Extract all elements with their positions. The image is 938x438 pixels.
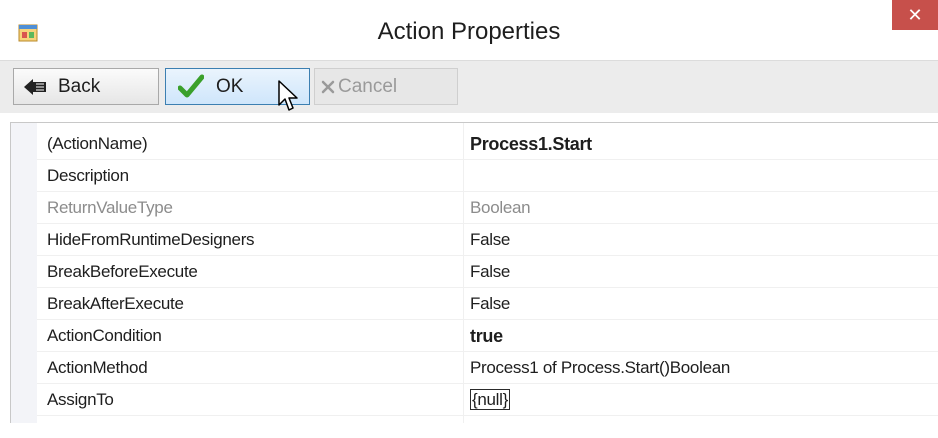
property-row-hidefromruntimedesigners[interactable]: HideFromRuntimeDesigners False — [37, 223, 938, 256]
dialog-title: Action Properties — [377, 18, 561, 45]
property-value[interactable]: Process1 of Process.Start()Boolean — [470, 358, 730, 378]
property-row-assignto[interactable]: AssignTo {null} — [37, 383, 938, 416]
property-value[interactable]: true — [470, 326, 503, 347]
property-row-actionname[interactable]: (ActionName) Process1.Start — [37, 127, 938, 160]
property-name: (ActionName) — [47, 134, 148, 153]
property-value-field[interactable]: {null} — [470, 389, 511, 410]
toolbar: Back OK Cancel — [0, 60, 938, 113]
ok-button-label: OK — [216, 75, 244, 97]
property-value[interactable]: Process1.Start — [470, 134, 592, 155]
property-row-breakafterexecute[interactable]: BreakAfterExecute False — [37, 287, 938, 320]
property-value[interactable]: False — [470, 262, 510, 282]
null-value: {null} — [470, 389, 511, 410]
property-row-returnvaluetype: ReturnValueType Boolean — [37, 191, 938, 224]
back-button-label: Back — [58, 75, 101, 97]
property-name: ReturnValueType — [47, 198, 173, 217]
back-button[interactable]: Back — [13, 68, 159, 105]
property-name: Description — [47, 166, 129, 185]
property-row-actioncondition[interactable]: ActionCondition true — [37, 319, 938, 352]
cancel-button-label: Cancel — [338, 75, 398, 97]
property-value[interactable]: False — [470, 294, 510, 314]
property-row-description[interactable]: Description — [37, 159, 938, 192]
property-grid-gutter — [11, 123, 37, 423]
back-arrow-icon — [24, 78, 46, 95]
property-row-breakbeforeexecute[interactable]: BreakBeforeExecute False — [37, 255, 938, 288]
property-name: HideFromRuntimeDesigners — [47, 230, 255, 249]
property-name: BreakBeforeExecute — [47, 262, 198, 281]
property-row-actionmethod[interactable]: ActionMethod Process1 of Process.Start()… — [37, 351, 938, 384]
property-value[interactable]: False — [470, 230, 510, 250]
action-properties-dialog: Action Properties ✕ Back OK Cancel (Acti… — [0, 0, 938, 438]
close-icon: ✕ — [907, 4, 923, 25]
mouse-pointer-icon — [278, 80, 298, 111]
property-value: Boolean — [470, 198, 531, 217]
property-grid: (ActionName) Process1.Start Description … — [10, 122, 938, 423]
title-bar: Action Properties ✕ — [0, 0, 938, 60]
green-check-icon — [178, 74, 204, 97]
property-name: ActionMethod — [47, 358, 148, 377]
property-name: BreakAfterExecute — [47, 294, 184, 313]
cancel-button[interactable]: Cancel — [314, 68, 458, 105]
property-name: ActionCondition — [47, 326, 162, 345]
property-name: AssignTo — [47, 390, 114, 409]
close-button[interactable]: ✕ — [892, 0, 938, 30]
gray-x-icon — [321, 80, 335, 93]
